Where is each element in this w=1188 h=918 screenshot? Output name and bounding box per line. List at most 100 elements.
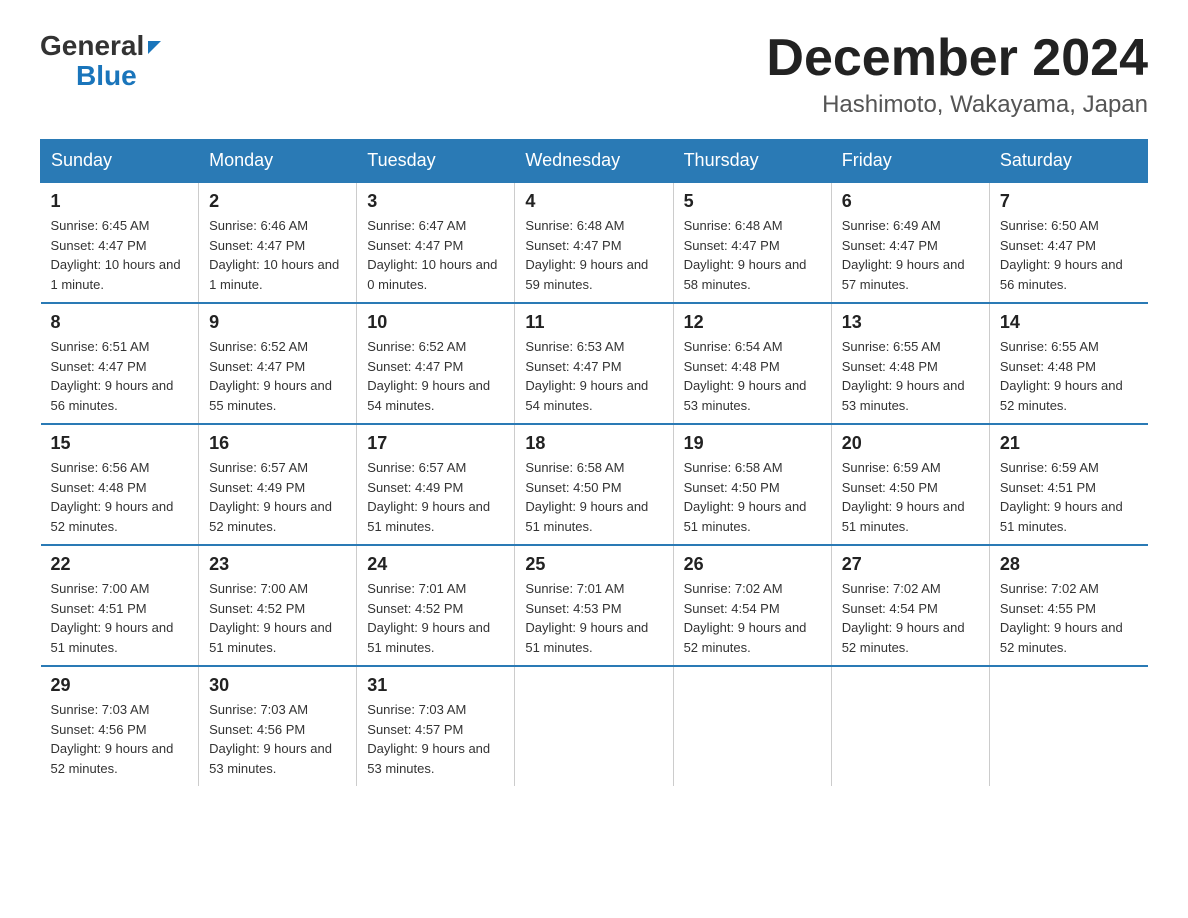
day-number: 21 [1000,433,1138,454]
calendar-cell [989,666,1147,786]
calendar-cell: 23 Sunrise: 7:00 AMSunset: 4:52 PMDaylig… [199,545,357,666]
calendar-cell: 5 Sunrise: 6:48 AMSunset: 4:47 PMDayligh… [673,182,831,303]
calendar-cell: 3 Sunrise: 6:47 AMSunset: 4:47 PMDayligh… [357,182,515,303]
day-info: Sunrise: 7:02 AMSunset: 4:54 PMDaylight:… [684,579,821,657]
day-info: Sunrise: 6:59 AMSunset: 4:50 PMDaylight:… [842,458,979,536]
calendar-cell: 4 Sunrise: 6:48 AMSunset: 4:47 PMDayligh… [515,182,673,303]
day-number: 17 [367,433,504,454]
day-number: 7 [1000,191,1138,212]
day-number: 28 [1000,554,1138,575]
day-info: Sunrise: 6:52 AMSunset: 4:47 PMDaylight:… [209,337,346,415]
day-info: Sunrise: 6:48 AMSunset: 4:47 PMDaylight:… [525,216,662,294]
day-number: 19 [684,433,821,454]
calendar-week-row: 15 Sunrise: 6:56 AMSunset: 4:48 PMDaylig… [41,424,1148,545]
day-number: 22 [51,554,189,575]
calendar-cell: 18 Sunrise: 6:58 AMSunset: 4:50 PMDaylig… [515,424,673,545]
day-number: 1 [51,191,189,212]
day-info: Sunrise: 6:56 AMSunset: 4:48 PMDaylight:… [51,458,189,536]
calendar-week-row: 29 Sunrise: 7:03 AMSunset: 4:56 PMDaylig… [41,666,1148,786]
calendar-cell: 12 Sunrise: 6:54 AMSunset: 4:48 PMDaylig… [673,303,831,424]
day-info: Sunrise: 7:00 AMSunset: 4:51 PMDaylight:… [51,579,189,657]
day-info: Sunrise: 6:46 AMSunset: 4:47 PMDaylight:… [209,216,346,294]
day-number: 4 [525,191,662,212]
day-number: 10 [367,312,504,333]
calendar-week-row: 22 Sunrise: 7:00 AMSunset: 4:51 PMDaylig… [41,545,1148,666]
day-info: Sunrise: 7:00 AMSunset: 4:52 PMDaylight:… [209,579,346,657]
day-info: Sunrise: 6:52 AMSunset: 4:47 PMDaylight:… [367,337,504,415]
calendar-cell: 27 Sunrise: 7:02 AMSunset: 4:54 PMDaylig… [831,545,989,666]
day-number: 6 [842,191,979,212]
day-number: 9 [209,312,346,333]
calendar-cell: 22 Sunrise: 7:00 AMSunset: 4:51 PMDaylig… [41,545,199,666]
day-info: Sunrise: 6:54 AMSunset: 4:48 PMDaylight:… [684,337,821,415]
calendar-table: SundayMondayTuesdayWednesdayThursdayFrid… [40,139,1148,786]
calendar-cell: 9 Sunrise: 6:52 AMSunset: 4:47 PMDayligh… [199,303,357,424]
day-info: Sunrise: 7:03 AMSunset: 4:56 PMDaylight:… [51,700,189,778]
day-info: Sunrise: 6:58 AMSunset: 4:50 PMDaylight:… [525,458,662,536]
page-header: General Blue December 2024 Hashimoto, Wa… [40,30,1148,119]
calendar-cell: 8 Sunrise: 6:51 AMSunset: 4:47 PMDayligh… [41,303,199,424]
header-friday: Friday [831,140,989,183]
day-number: 2 [209,191,346,212]
calendar-week-row: 1 Sunrise: 6:45 AMSunset: 4:47 PMDayligh… [41,182,1148,303]
day-number: 18 [525,433,662,454]
header-wednesday: Wednesday [515,140,673,183]
calendar-cell: 10 Sunrise: 6:52 AMSunset: 4:47 PMDaylig… [357,303,515,424]
day-number: 3 [367,191,504,212]
day-info: Sunrise: 6:47 AMSunset: 4:47 PMDaylight:… [367,216,504,294]
calendar-cell [673,666,831,786]
day-number: 20 [842,433,979,454]
calendar-cell: 30 Sunrise: 7:03 AMSunset: 4:56 PMDaylig… [199,666,357,786]
calendar-cell [831,666,989,786]
day-number: 25 [525,554,662,575]
day-number: 24 [367,554,504,575]
day-number: 30 [209,675,346,696]
day-number: 15 [51,433,189,454]
day-info: Sunrise: 6:55 AMSunset: 4:48 PMDaylight:… [1000,337,1138,415]
day-number: 12 [684,312,821,333]
day-info: Sunrise: 7:02 AMSunset: 4:54 PMDaylight:… [842,579,979,657]
calendar-cell: 29 Sunrise: 7:03 AMSunset: 4:56 PMDaylig… [41,666,199,786]
day-info: Sunrise: 7:03 AMSunset: 4:56 PMDaylight:… [209,700,346,778]
day-info: Sunrise: 6:48 AMSunset: 4:47 PMDaylight:… [684,216,821,294]
header-monday: Monday [199,140,357,183]
day-info: Sunrise: 6:59 AMSunset: 4:51 PMDaylight:… [1000,458,1138,536]
calendar-cell: 7 Sunrise: 6:50 AMSunset: 4:47 PMDayligh… [989,182,1147,303]
calendar-cell [515,666,673,786]
day-info: Sunrise: 7:03 AMSunset: 4:57 PMDaylight:… [367,700,504,778]
title-section: December 2024 Hashimoto, Wakayama, Japan [766,30,1148,119]
header-tuesday: Tuesday [357,140,515,183]
calendar-cell: 17 Sunrise: 6:57 AMSunset: 4:49 PMDaylig… [357,424,515,545]
location-title: Hashimoto, Wakayama, Japan [766,91,1148,119]
calendar-cell: 24 Sunrise: 7:01 AMSunset: 4:52 PMDaylig… [357,545,515,666]
calendar-cell: 26 Sunrise: 7:02 AMSunset: 4:54 PMDaylig… [673,545,831,666]
calendar-cell: 19 Sunrise: 6:58 AMSunset: 4:50 PMDaylig… [673,424,831,545]
day-number: 13 [842,312,979,333]
calendar-cell: 16 Sunrise: 6:57 AMSunset: 4:49 PMDaylig… [199,424,357,545]
calendar-cell: 6 Sunrise: 6:49 AMSunset: 4:47 PMDayligh… [831,182,989,303]
calendar-cell: 28 Sunrise: 7:02 AMSunset: 4:55 PMDaylig… [989,545,1147,666]
calendar-week-row: 8 Sunrise: 6:51 AMSunset: 4:47 PMDayligh… [41,303,1148,424]
calendar-cell: 20 Sunrise: 6:59 AMSunset: 4:50 PMDaylig… [831,424,989,545]
day-info: Sunrise: 6:45 AMSunset: 4:47 PMDaylight:… [51,216,189,294]
day-info: Sunrise: 6:49 AMSunset: 4:47 PMDaylight:… [842,216,979,294]
day-info: Sunrise: 6:55 AMSunset: 4:48 PMDaylight:… [842,337,979,415]
day-info: Sunrise: 6:50 AMSunset: 4:47 PMDaylight:… [1000,216,1138,294]
day-info: Sunrise: 6:58 AMSunset: 4:50 PMDaylight:… [684,458,821,536]
day-info: Sunrise: 6:53 AMSunset: 4:47 PMDaylight:… [525,337,662,415]
day-number: 14 [1000,312,1138,333]
day-info: Sunrise: 6:51 AMSunset: 4:47 PMDaylight:… [51,337,189,415]
header-sunday: Sunday [41,140,199,183]
calendar-cell: 2 Sunrise: 6:46 AMSunset: 4:47 PMDayligh… [199,182,357,303]
day-number: 31 [367,675,504,696]
calendar-cell: 15 Sunrise: 6:56 AMSunset: 4:48 PMDaylig… [41,424,199,545]
day-number: 26 [684,554,821,575]
header-thursday: Thursday [673,140,831,183]
calendar-cell: 21 Sunrise: 6:59 AMSunset: 4:51 PMDaylig… [989,424,1147,545]
calendar-cell: 1 Sunrise: 6:45 AMSunset: 4:47 PMDayligh… [41,182,199,303]
day-info: Sunrise: 7:02 AMSunset: 4:55 PMDaylight:… [1000,579,1138,657]
calendar-cell: 14 Sunrise: 6:55 AMSunset: 4:48 PMDaylig… [989,303,1147,424]
calendar-cell: 25 Sunrise: 7:01 AMSunset: 4:53 PMDaylig… [515,545,673,666]
day-info: Sunrise: 7:01 AMSunset: 4:53 PMDaylight:… [525,579,662,657]
day-info: Sunrise: 6:57 AMSunset: 4:49 PMDaylight:… [209,458,346,536]
